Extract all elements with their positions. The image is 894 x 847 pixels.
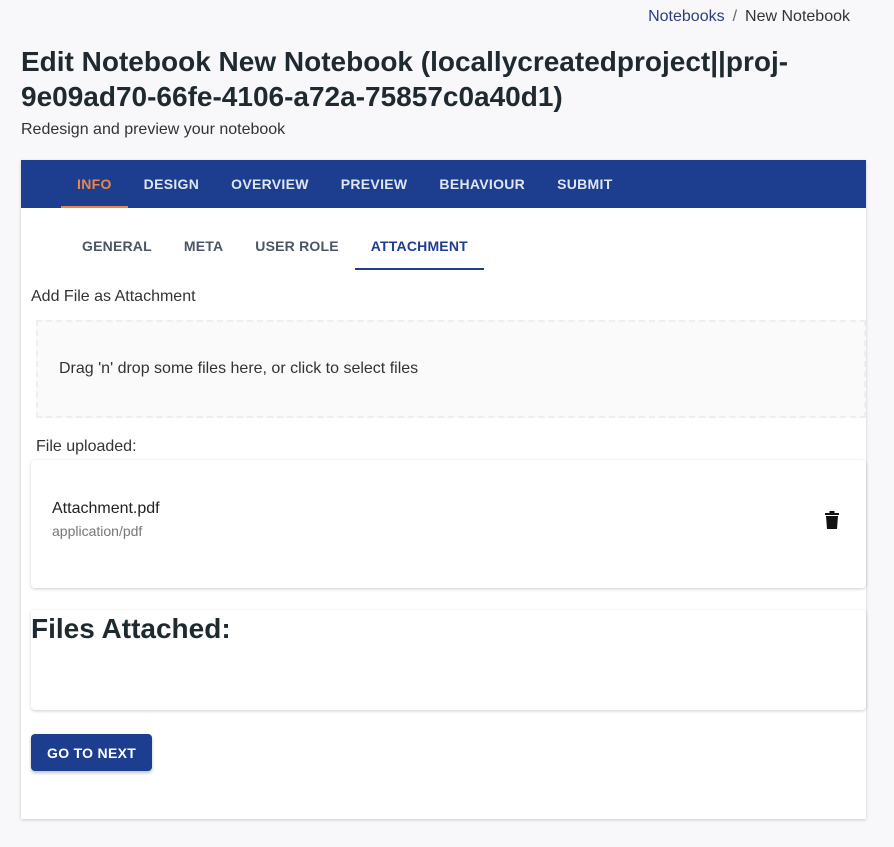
breadcrumb: Notebooks / New Notebook bbox=[648, 8, 850, 26]
dropzone-text: Drag 'n' drop some files here, or click … bbox=[59, 360, 419, 377]
notebook-editor-card: INFO DESIGN OVERVIEW PREVIEW BEHAVIOUR S… bbox=[21, 160, 866, 819]
delete-file-button[interactable] bbox=[820, 508, 844, 532]
trash-icon bbox=[825, 511, 839, 529]
files-attached-heading: Files Attached: bbox=[31, 613, 231, 644]
tab-submit[interactable]: SUBMIT bbox=[541, 160, 628, 208]
uploaded-file-item: Attachment.pdf application/pdf bbox=[31, 460, 866, 588]
subtab-general[interactable]: GENERAL bbox=[66, 222, 168, 270]
file-type: application/pdf bbox=[52, 523, 143, 539]
files-attached-section: Files Attached: bbox=[31, 610, 866, 710]
tab-info[interactable]: INFO bbox=[61, 160, 128, 208]
tab-overview[interactable]: OVERVIEW bbox=[215, 160, 325, 208]
breadcrumb-notebooks-link[interactable]: Notebooks bbox=[648, 8, 725, 26]
tab-design[interactable]: DESIGN bbox=[128, 160, 215, 208]
main-tab-bar: INFO DESIGN OVERVIEW PREVIEW BEHAVIOUR S… bbox=[21, 160, 866, 208]
subtab-meta[interactable]: META bbox=[168, 222, 239, 270]
page-subtitle: Redesign and preview your notebook bbox=[21, 121, 286, 138]
add-attachment-label: Add File as Attachment bbox=[31, 288, 196, 305]
breadcrumb-separator: / bbox=[732, 8, 738, 25]
tab-preview[interactable]: PREVIEW bbox=[325, 160, 424, 208]
breadcrumb-current: New Notebook bbox=[745, 8, 850, 25]
tab-behaviour[interactable]: BEHAVIOUR bbox=[423, 160, 541, 208]
file-dropzone[interactable]: Drag 'n' drop some files here, or click … bbox=[36, 320, 866, 418]
subtab-attachment[interactable]: ATTACHMENT bbox=[354, 222, 485, 270]
file-name: Attachment.pdf bbox=[52, 500, 160, 517]
sub-tab-bar: GENERAL META USER ROLE ATTACHMENT bbox=[21, 222, 866, 270]
page-title: Edit Notebook New Notebook (locallycreat… bbox=[21, 46, 789, 112]
go-to-next-button[interactable]: GO TO NEXT bbox=[31, 734, 153, 771]
subtab-user-role[interactable]: USER ROLE bbox=[239, 222, 354, 270]
file-uploaded-label: File uploaded: bbox=[36, 438, 137, 455]
